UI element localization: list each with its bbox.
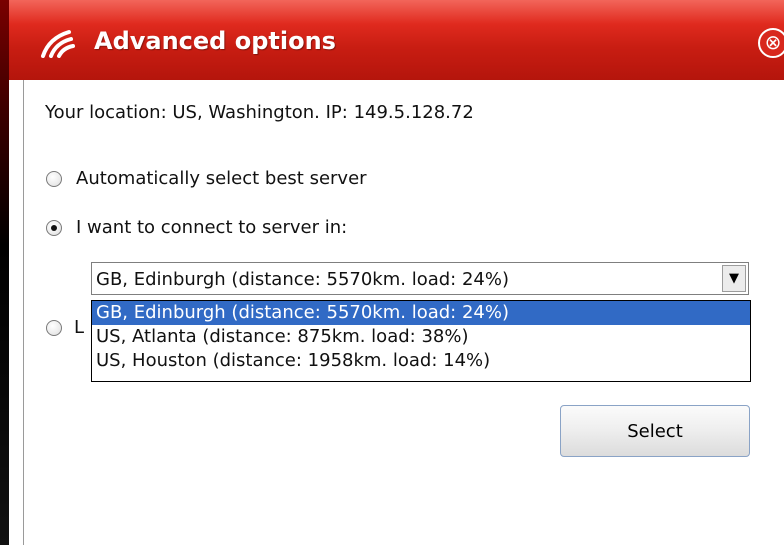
server-select-combobox[interactable]: GB, Edinburgh (distance: 5570km. load: 2… xyxy=(91,262,749,295)
auto-select-label[interactable]: Automatically select best server xyxy=(76,168,367,189)
server-option-edinburgh[interactable]: GB, Edinburgh (distance: 5570km. load: 2… xyxy=(92,301,750,325)
title-bar: Advanced options ⊗ xyxy=(9,0,784,80)
background-window-edge xyxy=(0,0,9,545)
server-select-value: GB, Edinburgh (distance: 5570km. load: 2… xyxy=(96,269,509,290)
select-button[interactable]: Select xyxy=(560,405,750,457)
auto-select-radio[interactable] xyxy=(46,170,62,187)
manual-server-radio[interactable] xyxy=(46,219,62,236)
third-option[interactable]: L xyxy=(46,317,84,338)
server-option-atlanta[interactable]: US, Atlanta (distance: 875km. load: 38%) xyxy=(92,325,750,349)
close-icon[interactable]: ⊗ xyxy=(758,28,784,58)
server-dropdown-list[interactable]: GB, Edinburgh (distance: 5570km. load: 2… xyxy=(91,300,751,382)
chevron-down-icon[interactable]: ▼ xyxy=(722,265,746,292)
auto-select-option[interactable]: Automatically select best server xyxy=(46,168,367,189)
manual-server-option[interactable]: I want to connect to server in: xyxy=(46,217,347,238)
advanced-options-dialog: Advanced options ⊗ Your location: US, Wa… xyxy=(9,0,784,545)
dialog-title: Advanced options xyxy=(94,27,336,55)
server-option-houston[interactable]: US, Houston (distance: 1958km. load: 14%… xyxy=(92,349,750,373)
third-option-label[interactable]: L xyxy=(74,317,84,338)
signal-waves-icon xyxy=(41,30,75,58)
manual-server-label[interactable]: I want to connect to server in: xyxy=(76,217,347,238)
location-info: Your location: US, Washington. IP: 149.5… xyxy=(45,102,474,123)
third-option-radio[interactable] xyxy=(46,319,62,336)
dialog-body: Your location: US, Washington. IP: 149.5… xyxy=(23,80,784,545)
